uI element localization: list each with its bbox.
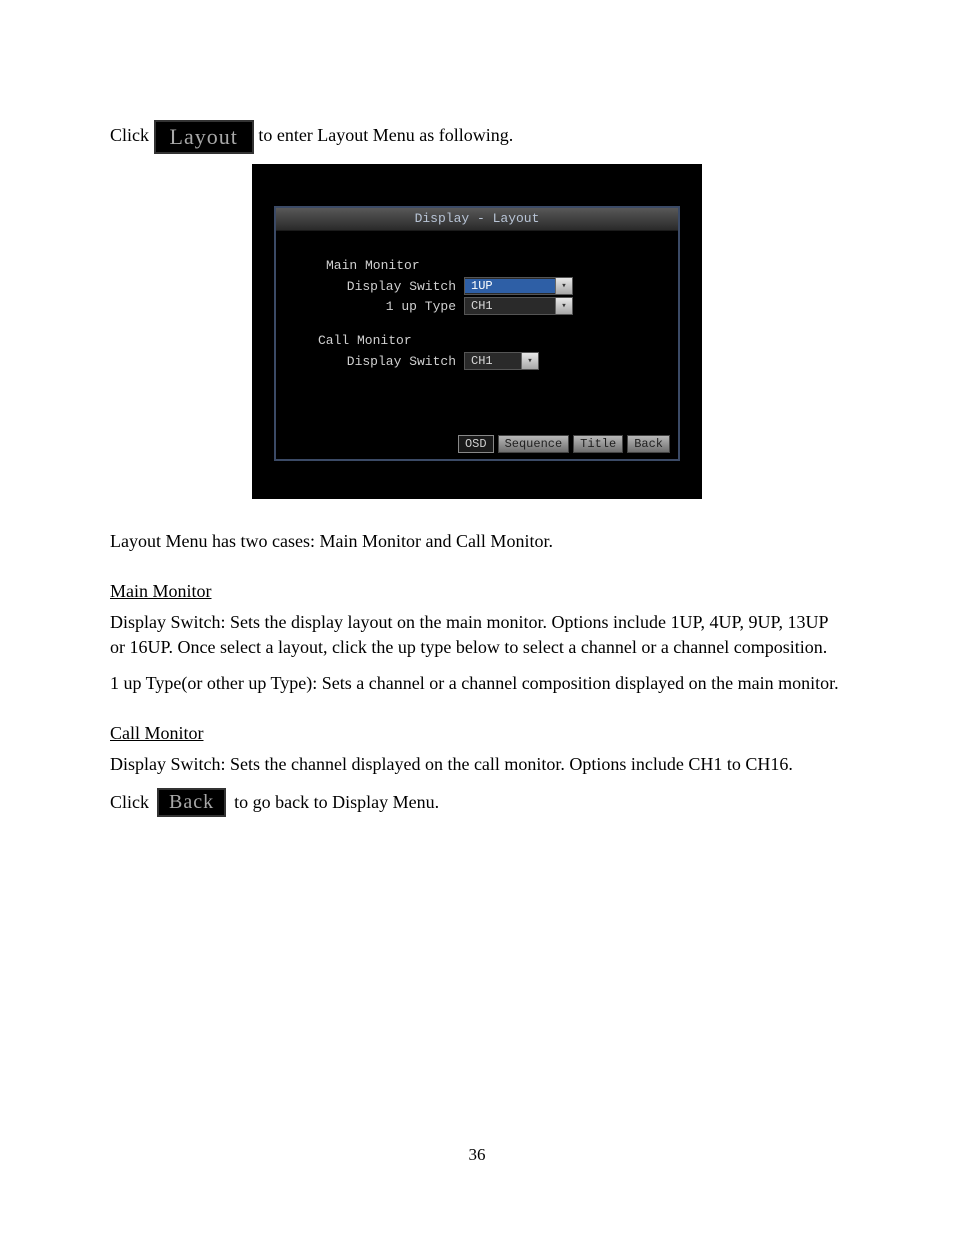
back-button-illustration: Back [157, 788, 226, 817]
main-monitor-heading: Main Monitor [326, 258, 656, 273]
dialog-footer: OSD Sequence Title Back [458, 435, 670, 453]
call-monitor-heading: Call Monitor [318, 333, 656, 348]
layout-button-illustration: Layout [154, 120, 254, 154]
chevron-down-icon[interactable]: ▾ [521, 353, 538, 369]
call-display-switch-row: Display Switch CH1 ▾ [298, 352, 656, 370]
dialog-body: Main Monitor Display Switch 1UP ▾ 1 up T… [276, 230, 678, 459]
back-button[interactable]: Back [627, 435, 670, 453]
back-pre-text: Click [110, 792, 149, 813]
main-1up-type-value: CH1 [465, 299, 555, 313]
chevron-down-icon[interactable]: ▾ [555, 298, 572, 314]
dialog-frame: Display - Layout Main Monitor Display Sw… [274, 206, 680, 461]
sequence-button[interactable]: Sequence [498, 435, 570, 453]
main-1up-type-label: 1 up Type [298, 299, 464, 314]
layout-menu-screenshot: Display - Layout Main Monitor Display Sw… [252, 164, 702, 499]
main-display-switch-description: Display Switch: Sets the display layout … [110, 610, 844, 659]
main-display-switch-value: 1UP [465, 279, 555, 293]
chevron-down-icon[interactable]: ▾ [555, 278, 572, 294]
document-page: Click Layout to enter Layout Menu as fol… [0, 0, 954, 1235]
main-1up-type-row: 1 up Type CH1 ▾ [298, 297, 656, 315]
main-1up-type-dropdown[interactable]: CH1 ▾ [464, 297, 573, 315]
back-post-text: to go back to Display Menu. [234, 792, 439, 813]
page-number: 36 [0, 1145, 954, 1165]
main-display-switch-row: Display Switch 1UP ▾ [298, 277, 656, 295]
main-monitor-section-heading: Main Monitor [110, 581, 844, 602]
osd-button[interactable]: OSD [458, 435, 494, 453]
title-button[interactable]: Title [573, 435, 623, 453]
call-display-switch-description: Display Switch: Sets the channel display… [110, 752, 844, 776]
main-1up-type-description: 1 up Type(or other up Type): Sets a chan… [110, 671, 844, 695]
dialog-title: Display - Layout [276, 208, 678, 231]
back-instruction-line: Click Back to go back to Display Menu. [110, 788, 844, 817]
call-display-switch-dropdown[interactable]: CH1 ▾ [464, 352, 539, 370]
intro-post-text: to enter Layout Menu as following. [258, 125, 513, 145]
call-display-switch-label: Display Switch [298, 354, 464, 369]
intro-line: Click Layout to enter Layout Menu as fol… [110, 120, 844, 154]
main-display-switch-dropdown[interactable]: 1UP ▾ [464, 277, 573, 295]
layout-description: Layout Menu has two cases: Main Monitor … [110, 529, 844, 553]
intro-pre-text: Click [110, 125, 154, 145]
call-monitor-section-heading: Call Monitor [110, 723, 844, 744]
call-display-switch-value: CH1 [465, 354, 521, 368]
main-display-switch-label: Display Switch [298, 279, 464, 294]
